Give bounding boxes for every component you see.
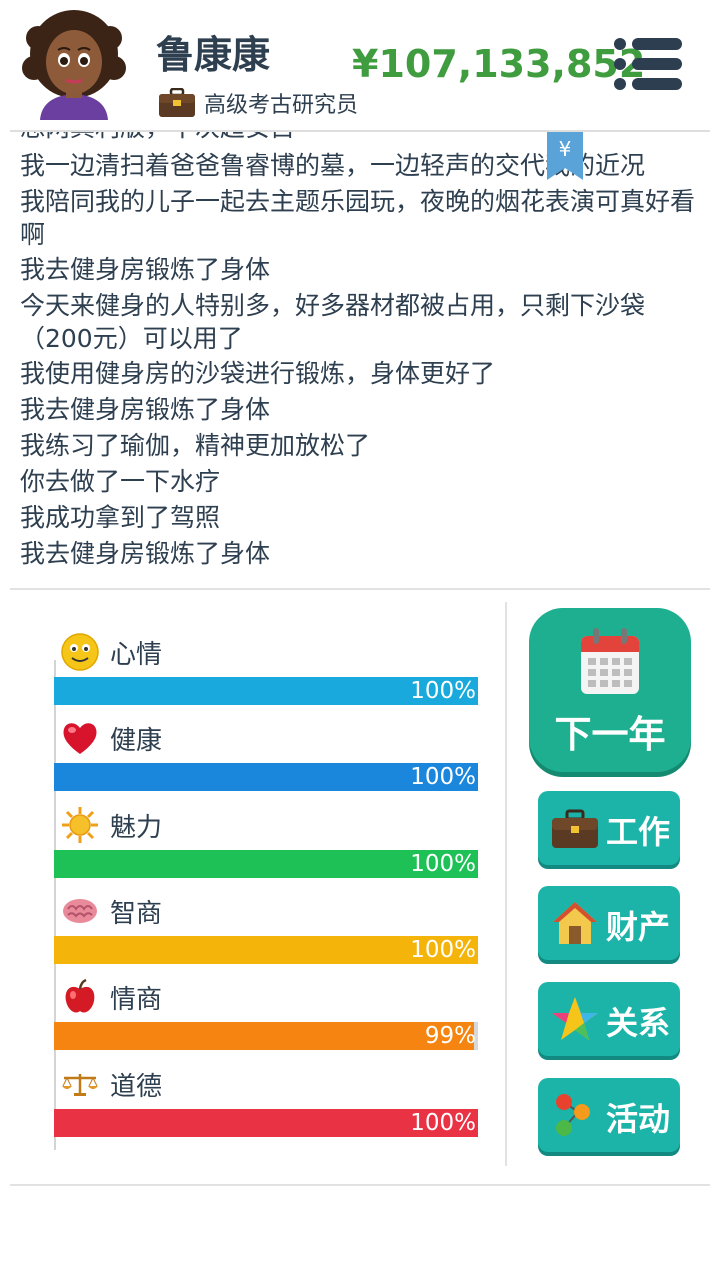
money-balance: ¥107,133,852 bbox=[352, 42, 646, 86]
calendar-icon bbox=[581, 628, 639, 694]
job-info: 高级考古研究员 bbox=[158, 86, 358, 120]
property-button[interactable]: 财产 bbox=[538, 886, 680, 960]
activities-button[interactable]: 活动 bbox=[538, 1078, 680, 1152]
stat-value: 99% bbox=[424, 1023, 476, 1049]
briefcase-icon bbox=[552, 809, 598, 848]
stat-bar: 100% bbox=[54, 677, 478, 705]
stat-morality: 道德 bbox=[60, 1064, 162, 1104]
bookmark-symbol: ¥ bbox=[559, 137, 572, 161]
log-line: 今天来健身的人特别多，好多器材都被占用，只剩下沙袋（200元）可以用了 bbox=[20, 291, 646, 353]
event-log[interactable]: 恐两其利版，干次超安占 我一边清扫着爸爸鲁睿博的墓，一边轻声的交代我的近况 我陪… bbox=[0, 132, 720, 588]
stat-value: 100% bbox=[410, 937, 476, 963]
stat-bar: 100% bbox=[54, 936, 478, 964]
log-line: 我成功拿到了驾照 bbox=[20, 503, 221, 532]
activity-dots-icon bbox=[556, 1094, 590, 1136]
stat-label: 情商 bbox=[110, 984, 163, 1015]
player-name: 鲁康康 bbox=[156, 33, 271, 77]
house-icon bbox=[553, 902, 597, 944]
relations-button[interactable]: 关系 bbox=[538, 982, 680, 1056]
stat-label: 智商 bbox=[110, 898, 163, 929]
stat-charm: 魅力 bbox=[60, 805, 162, 845]
stat-value: 100% bbox=[410, 1110, 476, 1136]
stat-bar: 100% bbox=[54, 1109, 478, 1137]
relations-label: 关系 bbox=[606, 1004, 671, 1042]
log-line: 你去做了一下水疗 bbox=[20, 467, 221, 496]
stat-bar: 100% bbox=[54, 763, 478, 791]
stat-bar: 99% bbox=[54, 1022, 478, 1050]
job-title: 高级考古研究员 bbox=[204, 93, 359, 118]
log-divider bbox=[10, 588, 710, 590]
stat-label: 魅力 bbox=[110, 812, 163, 843]
property-label: 财产 bbox=[606, 908, 671, 946]
panel-divider bbox=[505, 602, 507, 1166]
log-line: 我练习了瑜伽，精神更加放松了 bbox=[20, 431, 371, 460]
star-icon bbox=[552, 997, 598, 1040]
log-line: 我去健身房锻炼了身体 bbox=[20, 395, 271, 424]
brain-icon bbox=[63, 899, 97, 923]
work-label: 工作 bbox=[606, 813, 671, 851]
avatar[interactable] bbox=[22, 8, 126, 120]
stat-eq: 情商 bbox=[60, 977, 162, 1017]
stats-axis-line bbox=[54, 660, 56, 1150]
stat-value: 100% bbox=[410, 764, 476, 790]
scales-icon bbox=[62, 1074, 98, 1096]
bookmark-icon[interactable]: ¥ bbox=[545, 132, 585, 182]
next-year-label: 下一年 bbox=[554, 713, 666, 756]
stat-label: 健康 bbox=[110, 725, 163, 756]
apple-icon bbox=[65, 978, 95, 1013]
log-line: 我去健身房锻炼了身体 bbox=[20, 539, 271, 568]
log-line: 我去健身房锻炼了身体 bbox=[20, 255, 271, 284]
sun-icon bbox=[62, 807, 98, 843]
bottom-divider bbox=[10, 1184, 710, 1186]
log-line: 我一边清扫着爸爸鲁睿博的墓，一边轻声的交代我的近况 bbox=[20, 151, 646, 180]
log-line: 我使用健身房的沙袋进行锻炼，身体更好了 bbox=[20, 359, 496, 388]
stat-mood: 心情 bbox=[60, 632, 162, 672]
stat-label: 道德 bbox=[110, 1071, 163, 1102]
smiley-icon bbox=[61, 633, 99, 671]
stat-value: 100% bbox=[410, 678, 476, 704]
log-line-partial: 恐两其利版，干次超安占 bbox=[20, 132, 696, 144]
stat-health: 健康 bbox=[60, 718, 162, 758]
stat-value: 100% bbox=[410, 851, 476, 877]
stat-iq: 智商 bbox=[60, 891, 162, 931]
stats-panel: 心情 100% 健康 100% 魅力 100% 智商 100% 情商 99% 道… bbox=[0, 600, 505, 1166]
work-button[interactable]: 工作 bbox=[538, 791, 680, 865]
stat-label: 心情 bbox=[110, 639, 163, 670]
activities-label: 活动 bbox=[606, 1100, 671, 1138]
heart-icon bbox=[63, 723, 97, 754]
menu-icon[interactable] bbox=[612, 36, 684, 92]
log-line: 我陪同我的儿子一起去主题乐园玩，夜晚的烟花表演可真好看啊 bbox=[20, 187, 696, 249]
stat-bar-fill bbox=[54, 1022, 474, 1050]
stat-bar: 100% bbox=[54, 850, 478, 878]
next-year-button[interactable]: 下一年 bbox=[529, 608, 691, 772]
briefcase-icon bbox=[159, 88, 195, 117]
header: 鲁康康 高级考古研究员 ¥107,133,852 bbox=[0, 0, 720, 132]
